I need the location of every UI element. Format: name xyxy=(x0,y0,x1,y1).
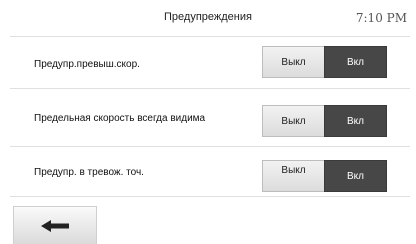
off-button[interactable]: Выкл xyxy=(262,160,324,192)
divider xyxy=(10,146,410,147)
on-button[interactable]: Вкл xyxy=(324,160,387,192)
setting-label: Предельная скорость всегда видима xyxy=(34,113,206,124)
arrow-left-icon xyxy=(41,219,69,232)
divider xyxy=(10,196,410,197)
divider xyxy=(10,88,410,89)
divider xyxy=(10,36,410,37)
on-button[interactable]: Вкл xyxy=(324,105,387,137)
header-bar: Предупреждения 7:10 PM xyxy=(0,0,416,36)
back-button[interactable] xyxy=(13,206,97,244)
toggle-alert-points: Выкл Вкл xyxy=(262,160,387,192)
off-button[interactable]: Выкл xyxy=(262,46,324,78)
on-button[interactable]: Вкл xyxy=(324,46,387,78)
toggle-speeding-warning: Выкл Вкл xyxy=(262,46,387,78)
clock: 7:10 PM xyxy=(355,11,407,25)
page-title: Предупреждения xyxy=(164,11,252,23)
off-button[interactable]: Выкл xyxy=(262,105,324,137)
toggle-speed-limit-visible: Выкл Вкл xyxy=(262,105,387,137)
setting-row-speeding-warning: Предупр.превыш.скор. Выкл Вкл xyxy=(0,42,416,84)
setting-row-alert-points: Предупр. в тревож. точ. Выкл Вкл xyxy=(0,150,416,192)
setting-row-speed-limit-visible: Предельная скорость всегда видима Выкл В… xyxy=(0,96,416,138)
setting-label: Предупр. в тревож. точ. xyxy=(34,167,144,178)
setting-label: Предупр.превыш.скор. xyxy=(34,59,140,70)
